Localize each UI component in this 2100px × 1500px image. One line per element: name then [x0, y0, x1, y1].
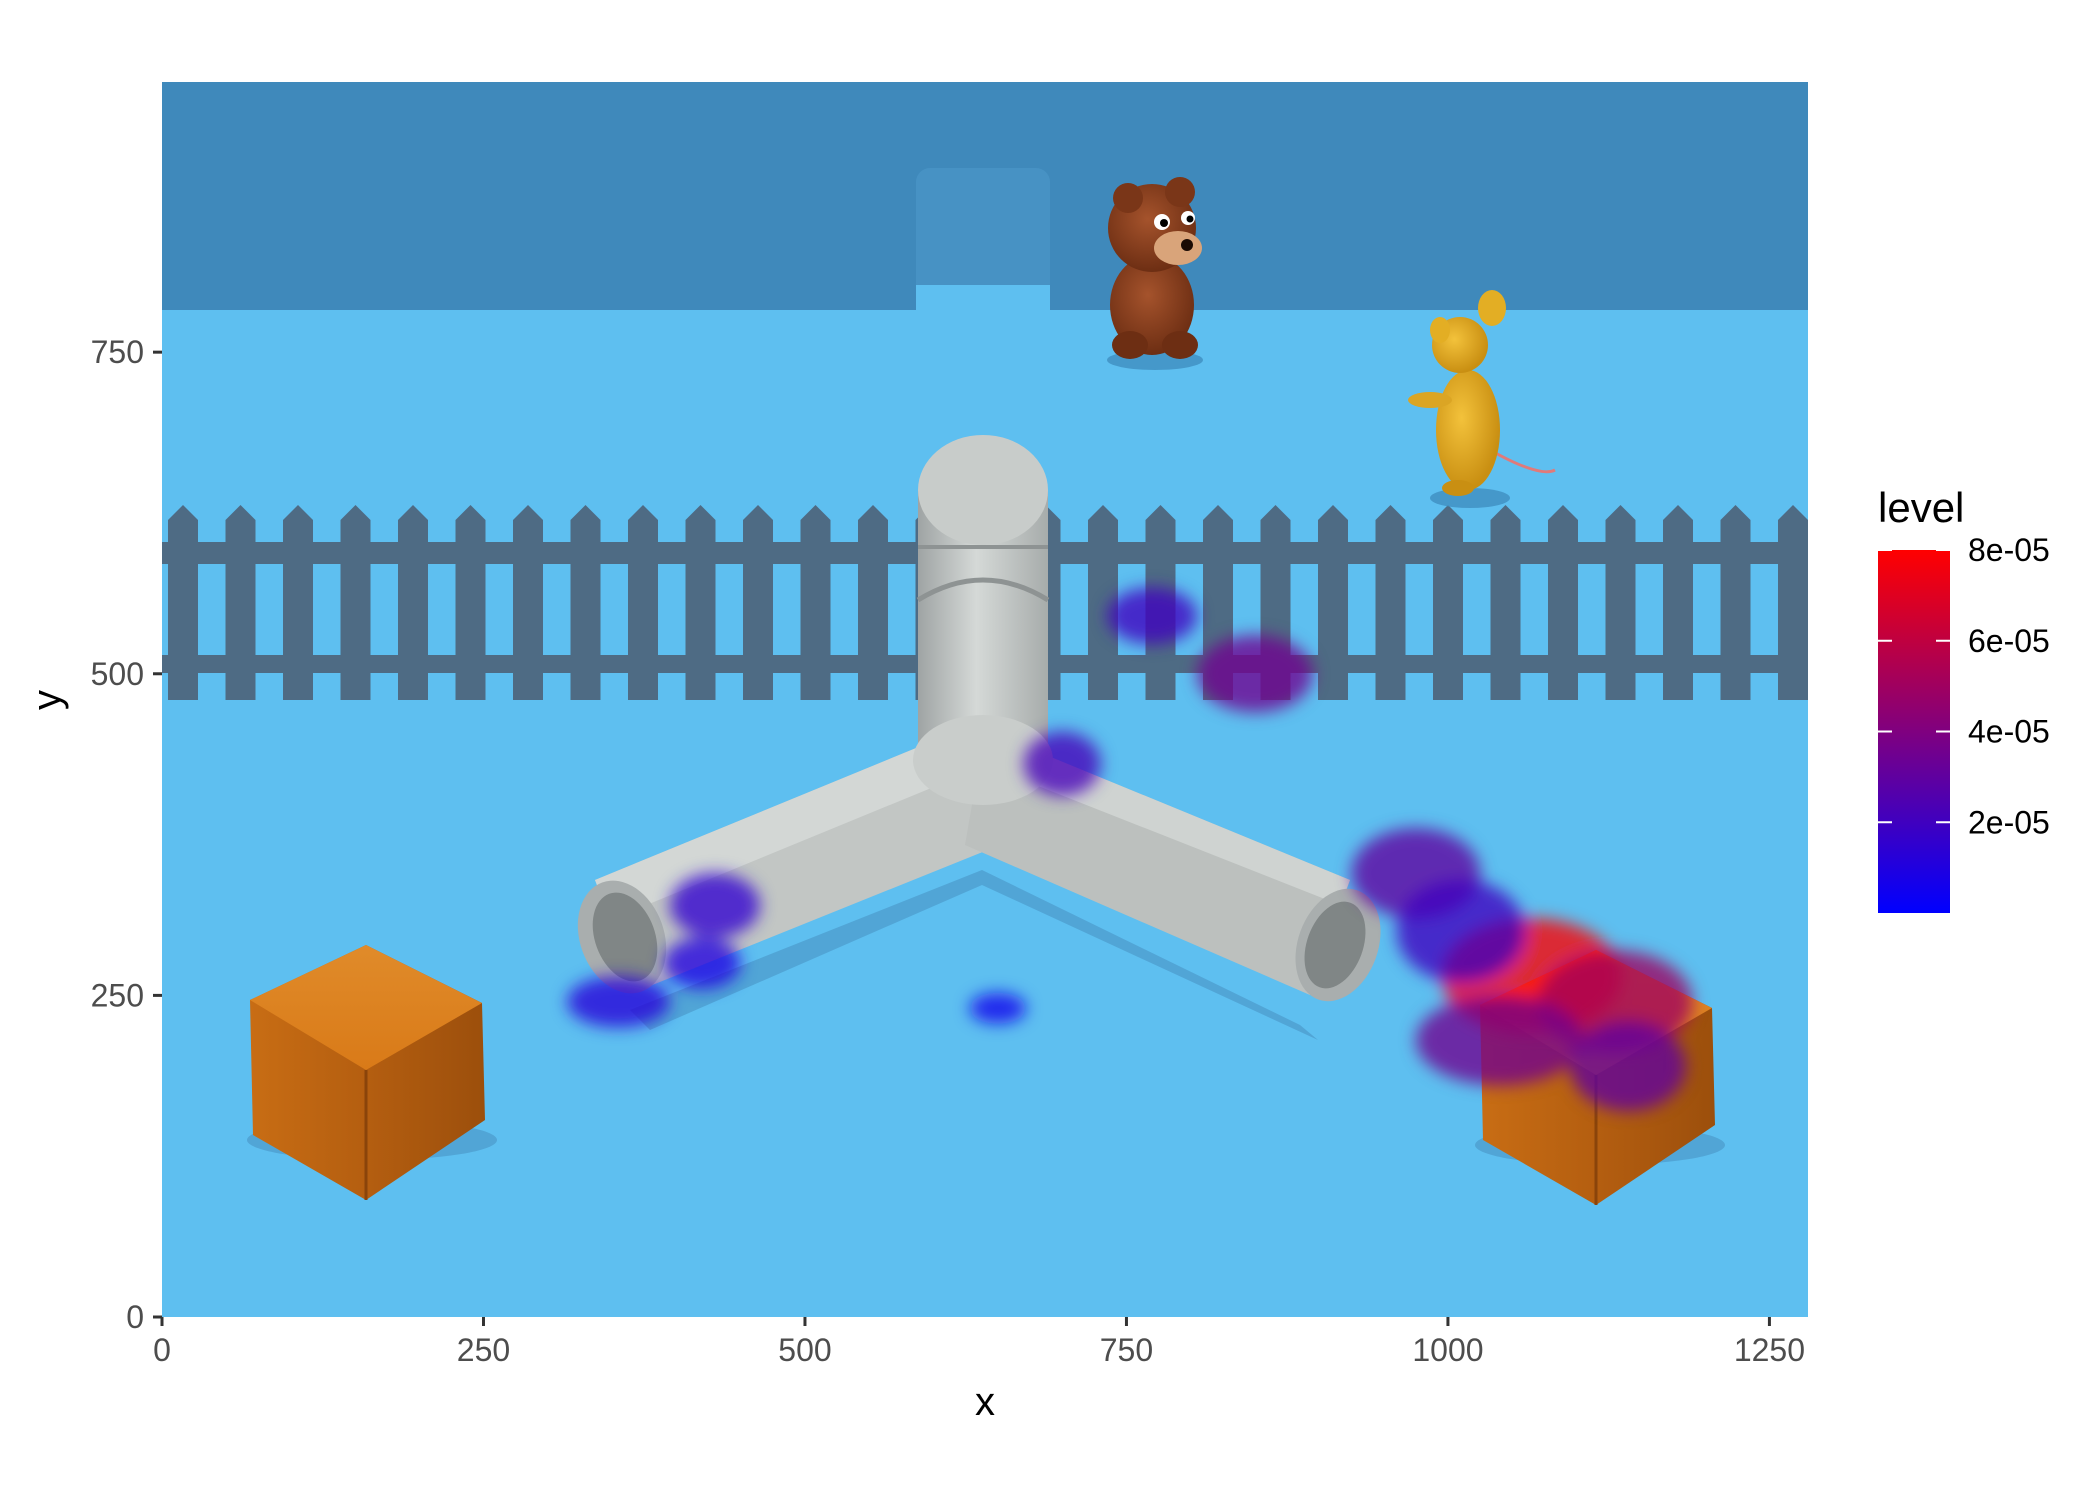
fence-picket	[398, 505, 428, 700]
legend-title: level	[1878, 484, 1964, 531]
x-tick-label: 1250	[1734, 1332, 1805, 1368]
chart: 0 250 500 750 1000 1250 0 250 500 750 x y level …	[25, 82, 2050, 1424]
fence-picket	[628, 505, 658, 700]
x-tick-label: 1000	[1412, 1332, 1483, 1368]
fence-picket	[225, 505, 256, 700]
y-tick-label: 750	[91, 334, 144, 370]
density-blob-12	[969, 992, 1027, 1024]
background-game-scene	[162, 82, 1808, 1317]
fence-picket	[1778, 505, 1808, 700]
density-blob-3	[1570, 1021, 1686, 1112]
density-blob-7	[1107, 587, 1198, 645]
density-blob-2	[1415, 995, 1583, 1086]
fence-picket	[1720, 505, 1751, 700]
density-blob-11	[567, 976, 670, 1028]
x-tick-label: 500	[778, 1332, 831, 1368]
density-blob-9	[669, 873, 760, 938]
y-tick-label: 250	[91, 977, 144, 1013]
fence-picket	[1605, 505, 1636, 700]
fence-picket	[1375, 505, 1406, 700]
x-tick-label: 250	[457, 1332, 510, 1368]
fence-picket	[858, 505, 888, 700]
y-axis-title: y	[25, 690, 69, 710]
x-tick-label: 750	[1100, 1332, 1153, 1368]
x-axis: 0 250 500 750 1000 1250	[153, 1317, 1805, 1368]
legend-tick-label: 2e-05	[1968, 804, 2050, 840]
fence-picket	[455, 505, 486, 700]
fence-picket	[1490, 505, 1521, 700]
x-axis-title: x	[975, 1380, 995, 1424]
y-axis: 0 250 500 750	[91, 334, 162, 1335]
fence-picket	[743, 505, 773, 700]
fence-picket	[340, 505, 371, 700]
density-blob-8	[1023, 731, 1101, 796]
density-blob-6	[1197, 635, 1313, 713]
fence-picket	[1433, 505, 1463, 700]
fence-picket	[800, 505, 831, 700]
fence-picket	[1663, 505, 1693, 700]
y-tick-label: 0	[126, 1299, 144, 1335]
fence-picket	[283, 505, 313, 700]
legend-tick-label: 6e-05	[1968, 623, 2050, 659]
fence-picket	[168, 505, 198, 700]
fence-picket	[1318, 505, 1348, 700]
legend-tick-label: 4e-05	[1968, 714, 2050, 750]
legend: level 2e-05 4e-05 6e-05 8e-05	[1878, 484, 2050, 913]
x-tick-label: 0	[153, 1332, 171, 1368]
fence-picket	[513, 505, 543, 700]
y-tick-label: 500	[91, 656, 144, 692]
fence-picket	[685, 505, 716, 700]
legend-tick-label: 8e-05	[1968, 532, 2050, 568]
fence-picket	[570, 505, 601, 700]
density-blob-10	[663, 937, 741, 989]
fence-picket	[1548, 505, 1578, 700]
density-blob-5	[1396, 879, 1526, 983]
